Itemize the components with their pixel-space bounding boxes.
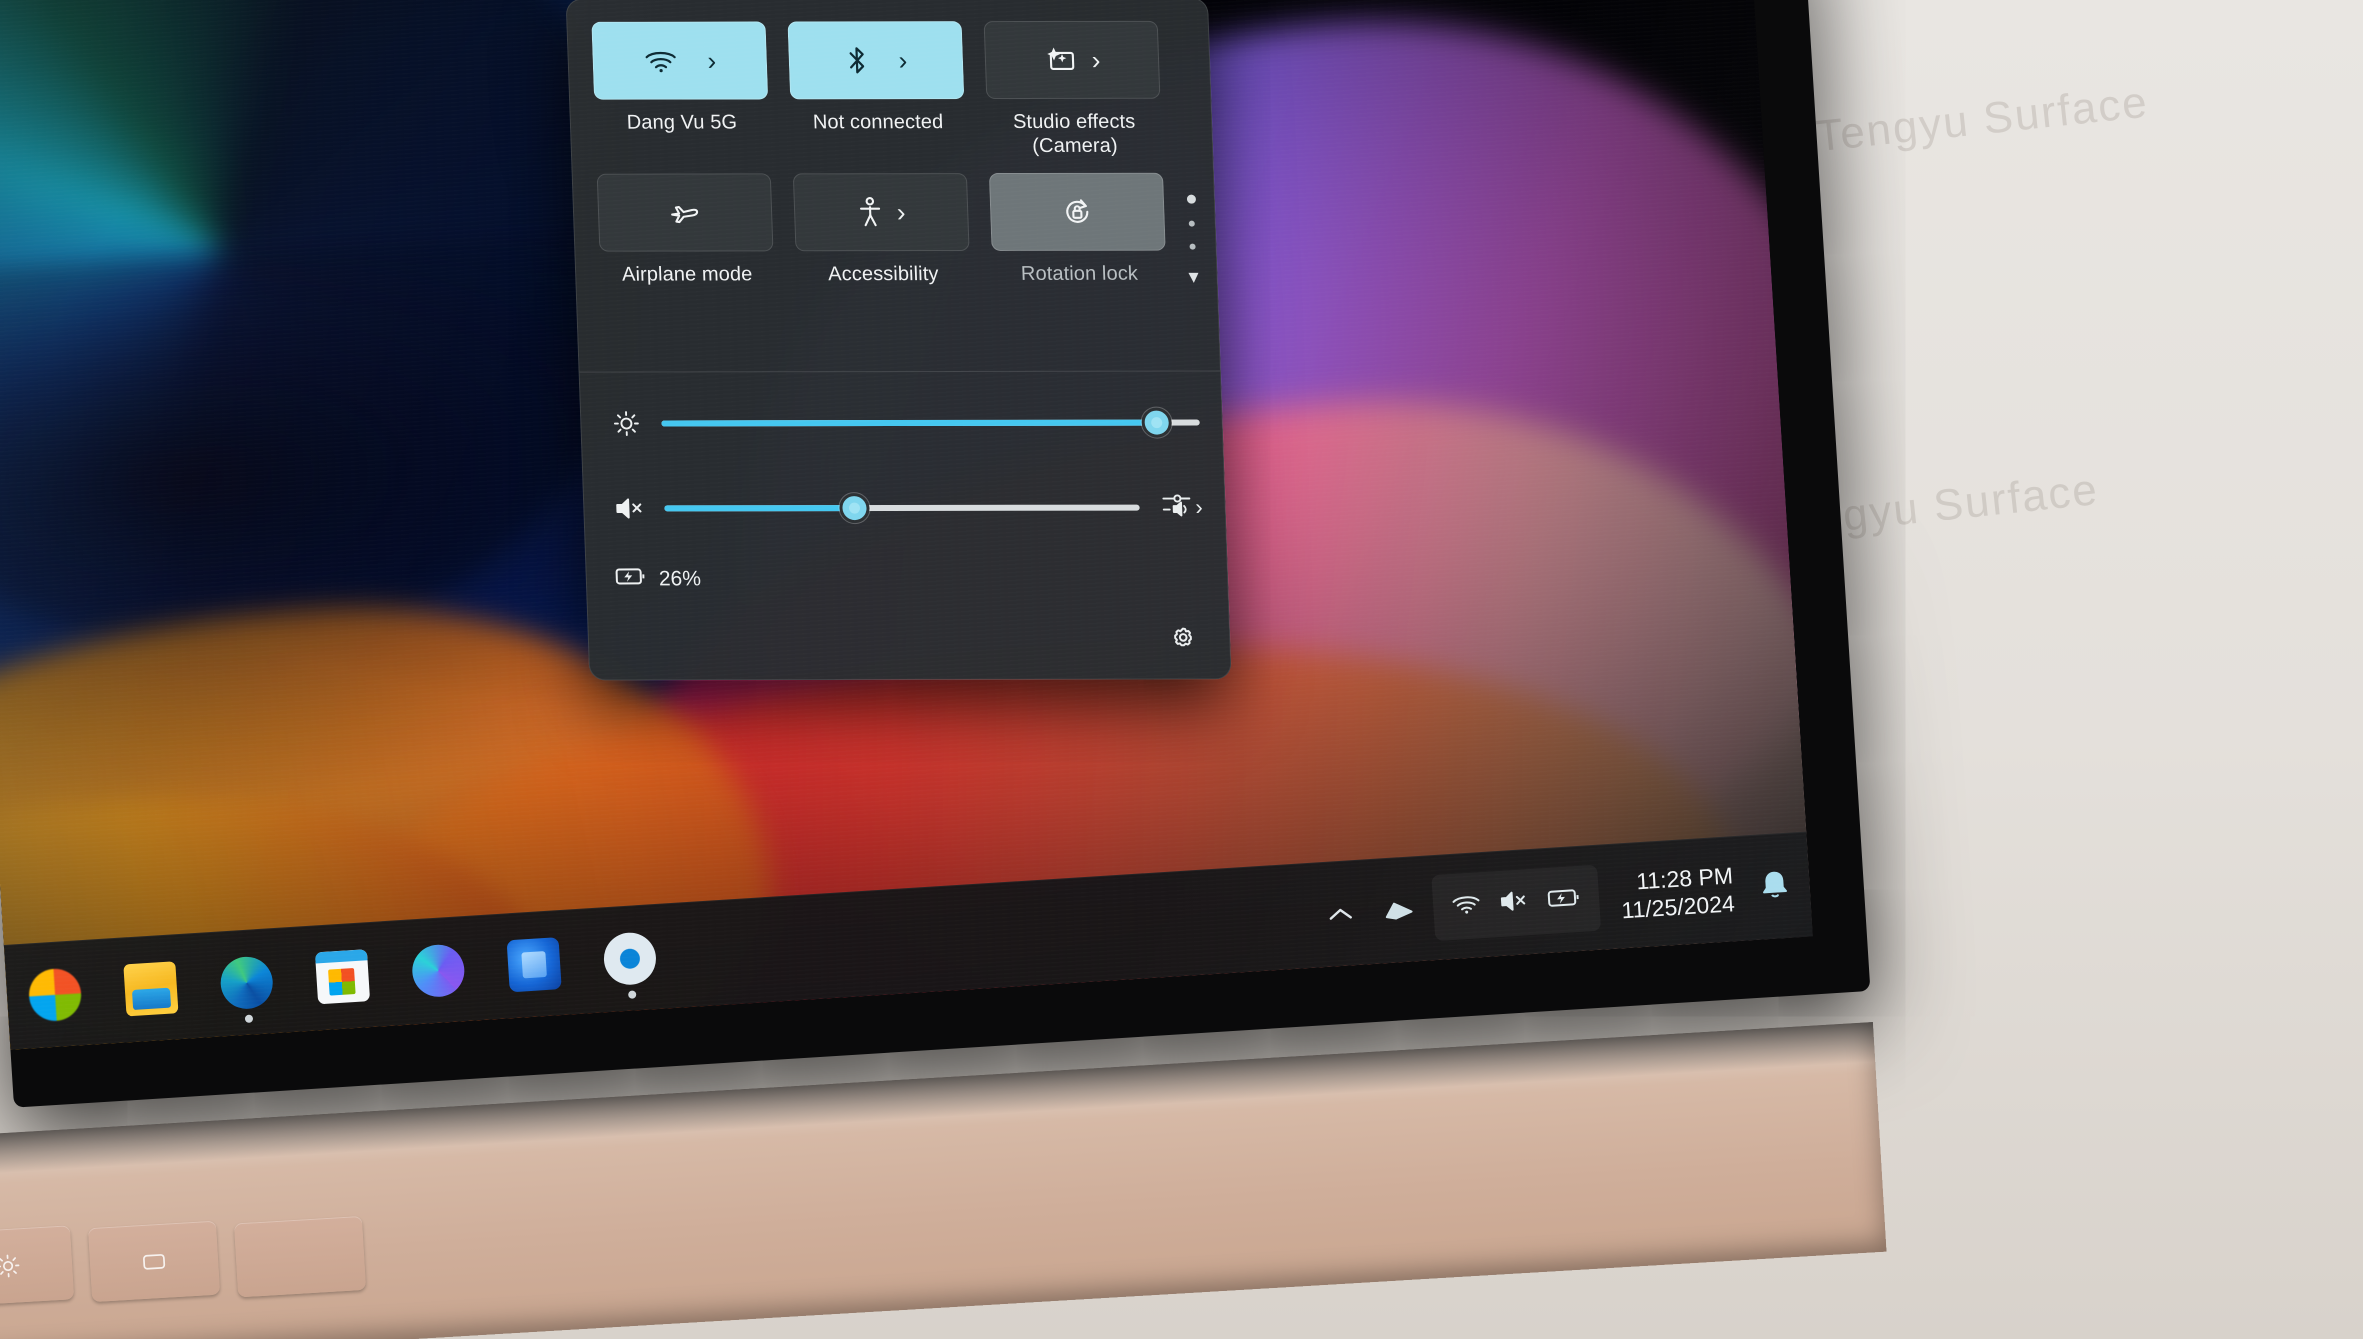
tile-row-1: › Dang Vu 5G › Not connected › Studio ef… bbox=[591, 20, 1188, 160]
tray-battery-icon[interactable] bbox=[1546, 885, 1582, 914]
bluetooth-tile-label: Not connected bbox=[812, 111, 944, 134]
tray-date: 11/25/2024 bbox=[1620, 890, 1736, 924]
battery-icon bbox=[614, 565, 647, 593]
tile-cell-wifi: › Dang Vu 5G bbox=[591, 21, 770, 159]
wifi-tile-label: Dang Vu 5G bbox=[626, 111, 738, 134]
tile-cell-airplane-mode: Airplane mode bbox=[596, 173, 775, 287]
screenshot-root: Tengyu Surface Tengyu Surface › Dang Vu … bbox=[0, 0, 2363, 1339]
laptop-device: › Dang Vu 5G › Not connected › Studio ef… bbox=[0, 0, 1913, 1158]
key-f9[interactable] bbox=[233, 1215, 367, 1298]
taskbar-microsoft-office[interactable] bbox=[483, 914, 585, 1016]
taskbar-edge[interactable] bbox=[196, 932, 298, 1034]
wifi-tile[interactable]: › bbox=[591, 21, 769, 100]
wifi-icon bbox=[643, 48, 678, 74]
bluetooth-tile[interactable]: › bbox=[787, 21, 965, 100]
volume-slider-row[interactable]: › bbox=[612, 490, 1203, 524]
pager-dot-1[interactable] bbox=[1186, 194, 1196, 204]
studio-effects-chevron-icon[interactable]: › bbox=[1091, 45, 1101, 75]
studio-effects-icon bbox=[1043, 46, 1078, 74]
studio-effects-tile-label: Studio effects (Camera) bbox=[1013, 110, 1137, 159]
tile-row-2: Airplane mode › Accessibility Rotation l… bbox=[596, 172, 1193, 287]
airplane-mode-tile-label: Airplane mode bbox=[621, 263, 753, 286]
studio-effects-label-line2: (Camera) bbox=[1031, 135, 1119, 158]
copilot-icon bbox=[410, 943, 466, 999]
brightness-slider-thumb[interactable] bbox=[1141, 407, 1173, 438]
taskbar-copilot[interactable] bbox=[387, 920, 489, 1022]
taskbar-settings[interactable] bbox=[579, 908, 681, 1010]
file-explorer-icon bbox=[123, 961, 179, 1017]
quick-settings-panel[interactable]: › Dang Vu 5G › Not connected › Studio ef… bbox=[565, 0, 1232, 681]
key-f8[interactable] bbox=[87, 1220, 221, 1303]
quick-settings-settings-button[interactable] bbox=[1163, 620, 1204, 660]
rotation-lock-tile[interactable] bbox=[988, 172, 1166, 251]
brightness-icon bbox=[609, 409, 644, 437]
taskbar-running-indicator bbox=[244, 1014, 254, 1023]
tile-cell-bluetooth: › Not connected bbox=[787, 21, 966, 159]
edge-icon bbox=[219, 955, 275, 1011]
key-f7[interactable] bbox=[0, 1225, 75, 1307]
wifi-chevron-icon[interactable]: › bbox=[707, 46, 717, 76]
quick-settings-tile-grid: › Dang Vu 5G › Not connected › Studio ef… bbox=[591, 20, 1193, 301]
pager-dot-3[interactable] bbox=[1189, 243, 1196, 250]
pager-dot-2[interactable] bbox=[1188, 220, 1195, 227]
windows-logo-icon bbox=[27, 967, 83, 1023]
taskbar-file-explorer[interactable] bbox=[100, 938, 202, 1040]
pen-menu-icon[interactable] bbox=[1369, 877, 1429, 944]
battery-status-row: 26% bbox=[614, 565, 701, 593]
taskbar-running-indicator bbox=[627, 990, 637, 999]
microsoft-office-icon bbox=[506, 937, 562, 993]
volume-mixer-icon bbox=[1161, 490, 1192, 523]
screen-bezel: › Dang Vu 5G › Not connected › Studio ef… bbox=[0, 0, 1871, 1108]
quick-settings-divider bbox=[579, 370, 1220, 373]
tile-cell-rotation-lock: Rotation lock bbox=[988, 172, 1167, 286]
battery-percent-label: 26% bbox=[658, 567, 702, 591]
brightness-slider-row[interactable] bbox=[609, 407, 1200, 438]
volume-slider-thumb[interactable] bbox=[838, 492, 870, 523]
chevron-down-icon[interactable]: ▼ bbox=[1185, 268, 1203, 287]
studio-effects-tile[interactable]: › bbox=[983, 20, 1161, 100]
tray-volume-muted-icon[interactable] bbox=[1498, 888, 1530, 919]
gear-icon bbox=[1169, 624, 1198, 657]
tray-clock[interactable]: 11:28 PM 11/25/2024 bbox=[1603, 861, 1746, 926]
accessibility-chevron-icon[interactable]: › bbox=[896, 197, 906, 227]
volume-mixer-button[interactable]: › bbox=[1161, 490, 1204, 523]
studio-effects-label-line1: Studio effects bbox=[1012, 110, 1136, 134]
bluetooth-chevron-icon[interactable]: › bbox=[898, 45, 908, 75]
volume-mixer-chevron-icon[interactable]: › bbox=[1195, 494, 1203, 519]
accessibility-tile-label: Accessibility bbox=[827, 262, 939, 286]
laptop-screen: › Dang Vu 5G › Not connected › Studio ef… bbox=[0, 0, 1813, 1050]
notification-bell-icon[interactable] bbox=[1749, 867, 1801, 907]
brightness-slider-fill bbox=[661, 419, 1157, 427]
tile-cell-studio-effects: › Studio effects (Camera) bbox=[983, 20, 1163, 159]
accessibility-icon bbox=[856, 196, 883, 228]
settings-gear-icon bbox=[602, 931, 658, 987]
rotation-lock-tile-label: Rotation lock bbox=[1020, 262, 1139, 285]
airplane-icon bbox=[668, 197, 703, 227]
accessibility-tile[interactable]: › bbox=[792, 172, 970, 252]
volume-slider-track[interactable] bbox=[664, 492, 1140, 523]
taskbar-microsoft-store[interactable] bbox=[292, 926, 394, 1028]
system-tray[interactable]: 11:28 PM 11/25/2024 bbox=[1312, 839, 1802, 961]
quick-settings-pager[interactable]: ▼ bbox=[1178, 194, 1207, 287]
brightness-slider-track[interactable] bbox=[661, 407, 1200, 438]
volume-muted-icon[interactable] bbox=[612, 495, 647, 521]
tray-overflow-button[interactable] bbox=[1313, 881, 1367, 948]
taskbar-start-button[interactable] bbox=[4, 944, 106, 1046]
tray-wifi-icon[interactable] bbox=[1450, 892, 1482, 921]
airplane-mode-tile[interactable] bbox=[596, 173, 774, 252]
volume-slider-fill bbox=[664, 504, 855, 511]
tile-cell-accessibility: › Accessibility bbox=[792, 172, 971, 287]
microsoft-store-icon bbox=[314, 949, 371, 1005]
tray-status-group[interactable] bbox=[1430, 864, 1601, 942]
rotation-lock-icon bbox=[1061, 196, 1094, 228]
bluetooth-icon bbox=[844, 44, 869, 76]
